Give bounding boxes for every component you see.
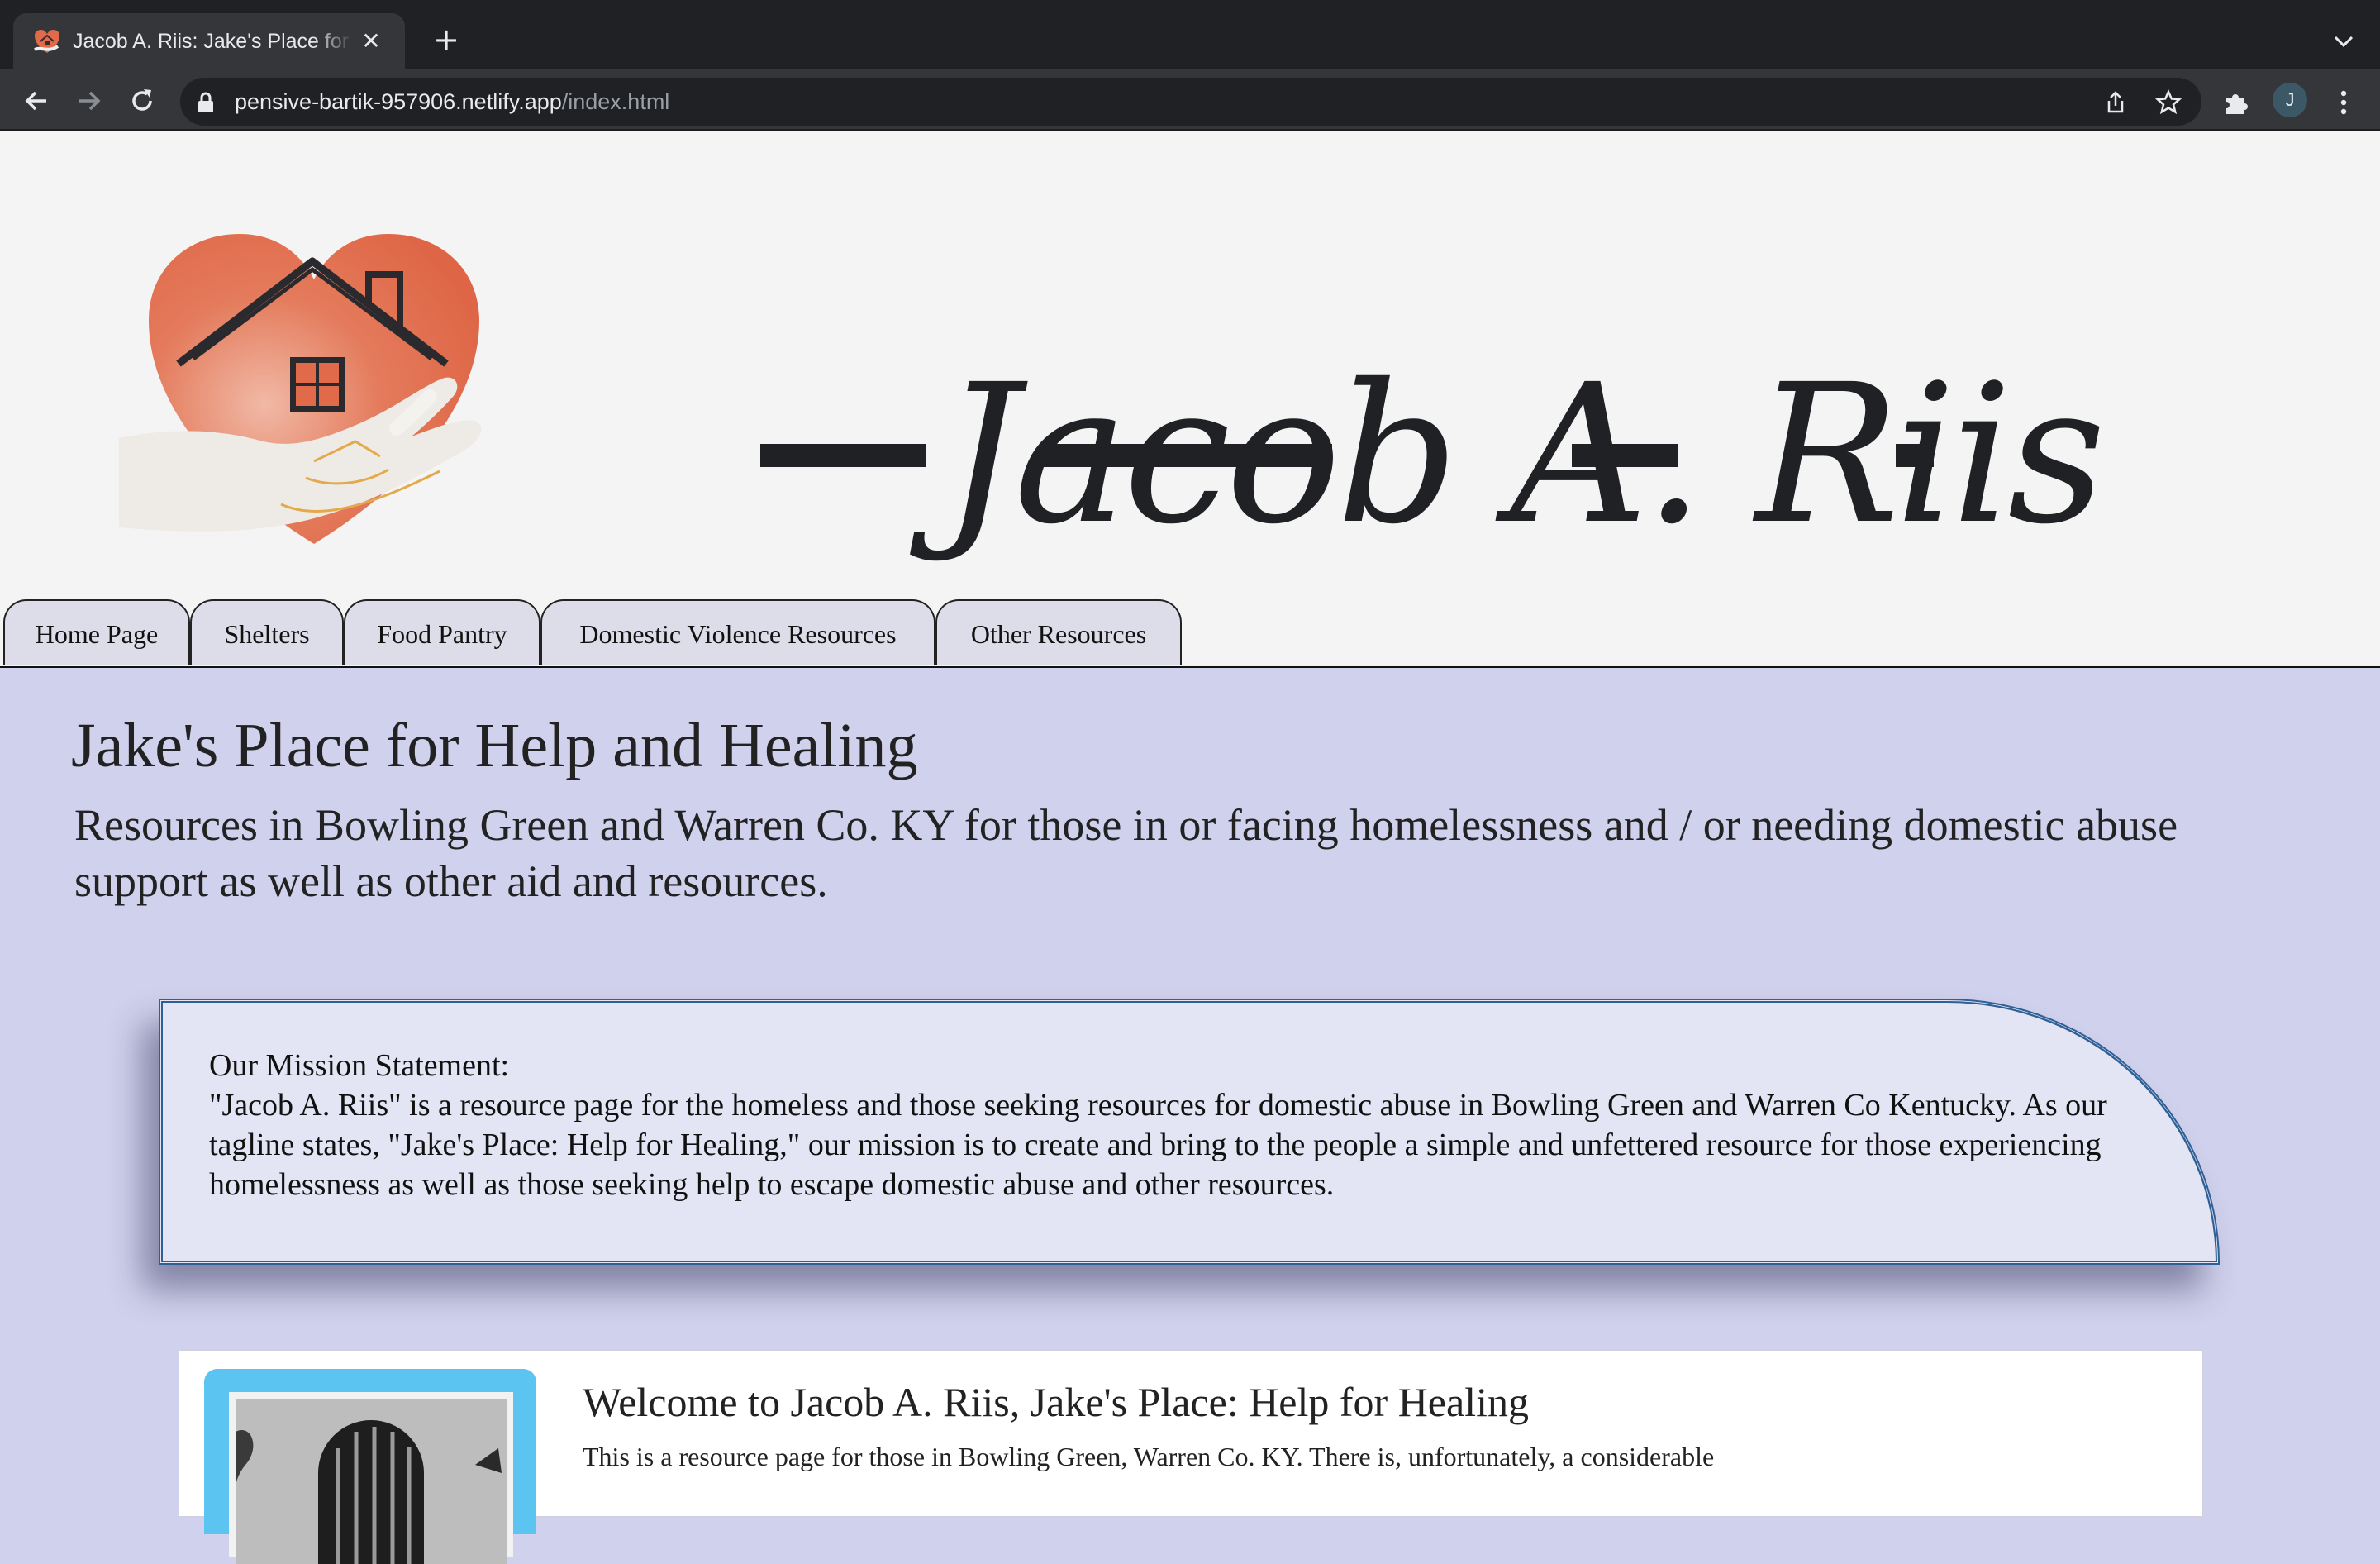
- address-bar[interactable]: pensive-bartik-957906.netlify.app/index.…: [180, 78, 2202, 126]
- welcome-photo: [229, 1392, 513, 1564]
- favicon-icon: [34, 30, 60, 53]
- site-header: Jacob A. Riis: [0, 131, 2380, 668]
- photo-image: [236, 1399, 507, 1564]
- back-arrow-icon[interactable]: [18, 83, 55, 119]
- browser-toolbar: pensive-bartik-957906.netlify.app/index.…: [0, 69, 2380, 131]
- browser-tab[interactable]: Jacob A. Riis: Jake's Place for Help and…: [13, 13, 405, 69]
- nav-tab-food-pantry[interactable]: Food Pantry: [344, 599, 540, 665]
- welcome-card: Welcome to Jacob A. Riis, Jake's Place: …: [178, 1350, 2203, 1564]
- mission-text: "Jacob A. Riis" is a resource page for t…: [209, 1088, 2107, 1202]
- photo-frame: [204, 1369, 536, 1564]
- nav-tab-shelters[interactable]: Shelters: [190, 599, 344, 665]
- mission-label: Our Mission Statement:: [209, 1048, 510, 1083]
- title-underline-segment: [760, 444, 926, 467]
- lock-icon[interactable]: [197, 92, 215, 113]
- photo-silhouette-icon: [236, 1399, 507, 1564]
- browser-tab-strip: Jacob A. Riis: Jake's Place for Help and…: [0, 0, 2380, 69]
- profile-avatar[interactable]: J: [2273, 83, 2307, 117]
- page-title: Jake's Place for Help and Healing: [71, 711, 918, 780]
- nav-tab-domestic-violence[interactable]: Domestic Violence Resources: [540, 599, 935, 665]
- nav-tab-home[interactable]: Home Page: [3, 599, 190, 665]
- welcome-title: Welcome to Jacob A. Riis, Jake's Place: …: [583, 1379, 1529, 1425]
- reload-icon[interactable]: [124, 83, 160, 119]
- nav-tab-other-resources[interactable]: Other Resources: [935, 599, 1182, 665]
- heart-house-in-hand-icon: [119, 234, 482, 544]
- chevron-down-icon[interactable]: [2327, 25, 2360, 58]
- url-text: pensive-bartik-957906.netlify.app/index.…: [235, 78, 669, 126]
- mission-statement-box: Our Mission Statement: "Jacob A. Riis" i…: [159, 999, 2220, 1265]
- bookmark-star-icon[interactable]: [2155, 89, 2182, 116]
- kebab-menu-icon[interactable]: [2327, 86, 2360, 119]
- site-title: Jacob A. Riis: [942, 343, 2106, 566]
- close-tab-icon[interactable]: ✕: [357, 27, 385, 55]
- share-icon[interactable]: [2102, 89, 2129, 116]
- page-subtitle: Resources in Bowling Green and Warren Co…: [74, 800, 2178, 906]
- nav-divider: [0, 666, 2380, 668]
- forward-arrow-icon[interactable]: [71, 83, 107, 119]
- url-path: /index.html: [561, 89, 670, 114]
- extensions-puzzle-icon[interactable]: [2220, 86, 2253, 119]
- main-nav: Home Page Shelters Food Pantry Domestic …: [0, 599, 2380, 669]
- welcome-text: This is a resource page for those in Bow…: [583, 1442, 1715, 1471]
- new-tab-icon[interactable]: +: [430, 23, 463, 56]
- url-host: pensive-bartik-957906.netlify.app: [235, 89, 562, 114]
- tab-title: Jacob A. Riis: Jake's Place for Help and…: [73, 30, 354, 53]
